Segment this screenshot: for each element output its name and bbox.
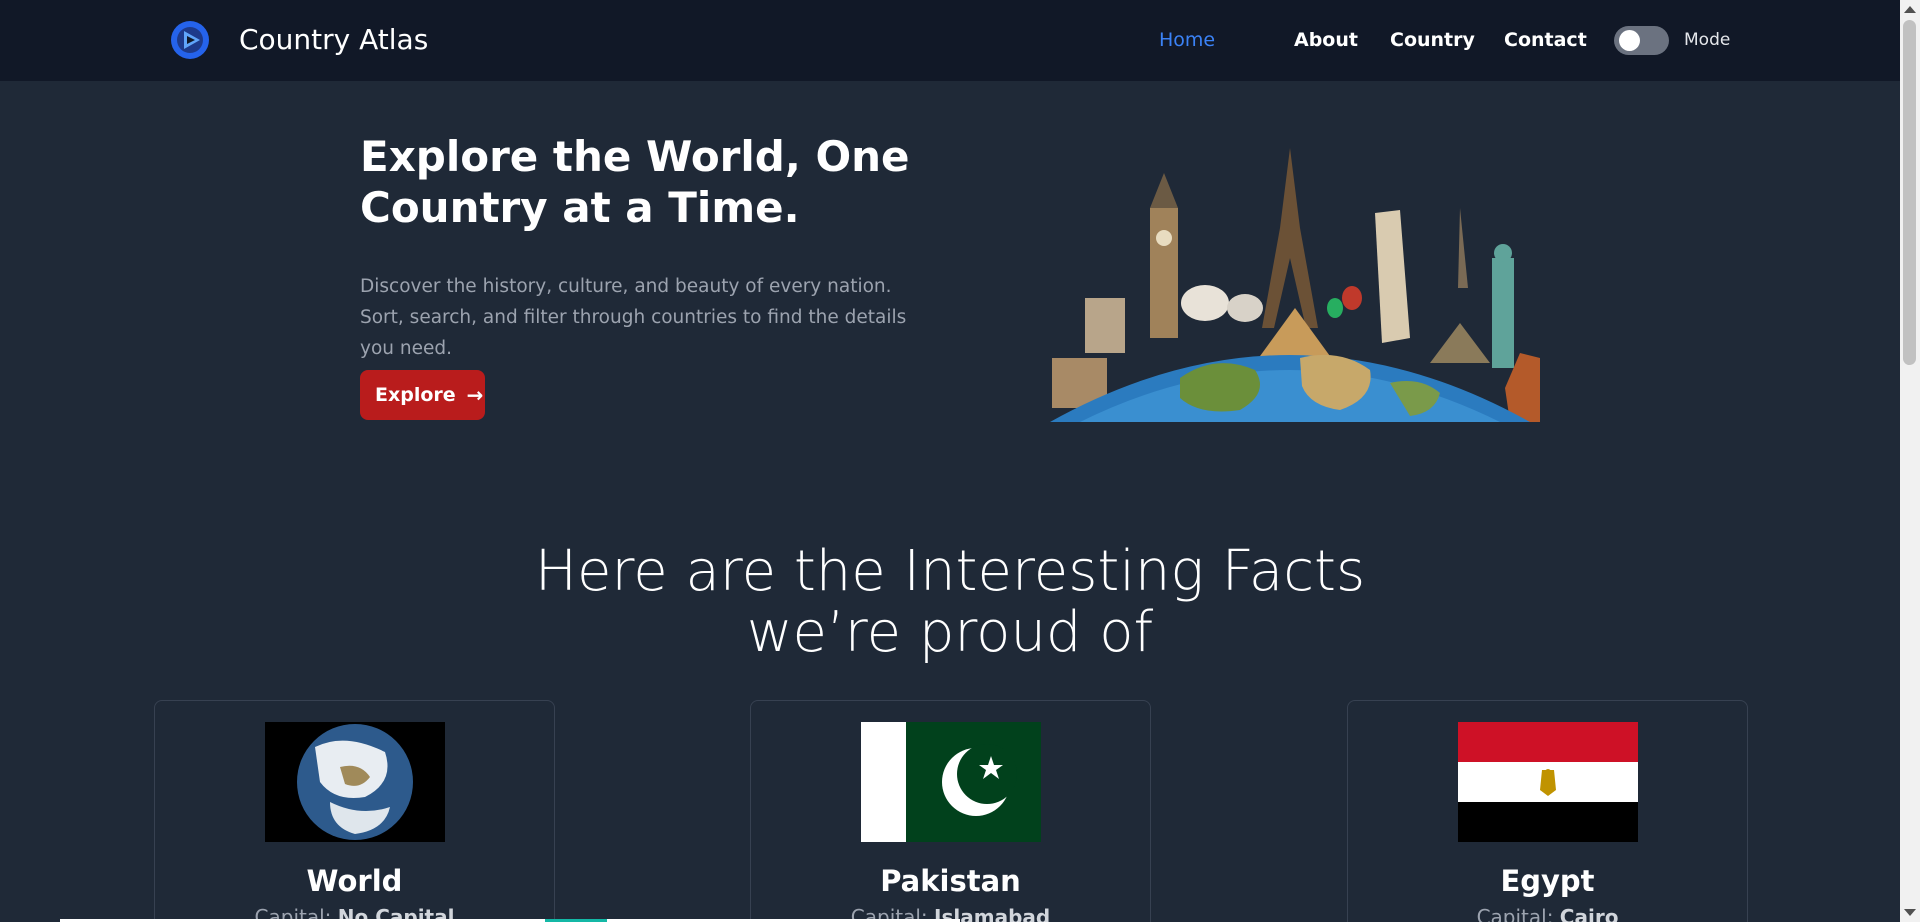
facts-section-title: Here are the Interesting Facts we’re pro… [534,539,1366,665]
earth-flag-image [265,722,445,842]
logo-icon[interactable] [170,20,210,60]
capital-prefix: Capital: [1476,905,1554,922]
mode-label: Mode [1684,30,1731,50]
scroll-up-arrow-icon[interactable] [1904,6,1916,13]
nav-contact-link[interactable]: Contact [1504,29,1587,51]
capital-value: Cairo [1559,905,1619,922]
hero-description: Discover the history, culture, and beaut… [360,276,907,359]
arrow-right-icon: → [466,383,484,407]
pakistan-flag-image [861,722,1041,842]
toggle-knob [1619,30,1640,51]
nav-country-link[interactable]: Country [1390,29,1475,51]
hero-title: Explore the World, One Country at a Time… [360,132,910,232]
country-card-pakistan[interactable]: Pakistan Capital: Islamabad [750,700,1151,922]
card-name: World [306,864,403,898]
explore-button-label: Explore [375,384,456,406]
scrollbar-thumb[interactable] [1903,20,1916,365]
card-name: Egypt [1500,864,1595,898]
card-name: Pakistan [880,864,1021,898]
navbar: Country Atlas Home About Country Contact… [0,0,1900,81]
brand-name[interactable]: Country Atlas [239,23,428,56]
country-card-egypt[interactable]: Egypt Capital: Cairo [1347,700,1748,922]
nav-about-link[interactable]: About [1294,29,1358,51]
scroll-down-arrow-icon[interactable] [1904,909,1916,916]
country-card-world[interactable]: World Capital: No Capital [154,700,555,922]
nav-home-link[interactable]: Home [1159,29,1215,51]
explore-button[interactable]: Explore → [360,370,485,420]
mode-toggle[interactable] [1614,26,1669,55]
world-landmarks-image [1050,148,1540,422]
egypt-flag-image [1458,722,1638,842]
card-capital: Capital: Cairo [1348,905,1747,922]
